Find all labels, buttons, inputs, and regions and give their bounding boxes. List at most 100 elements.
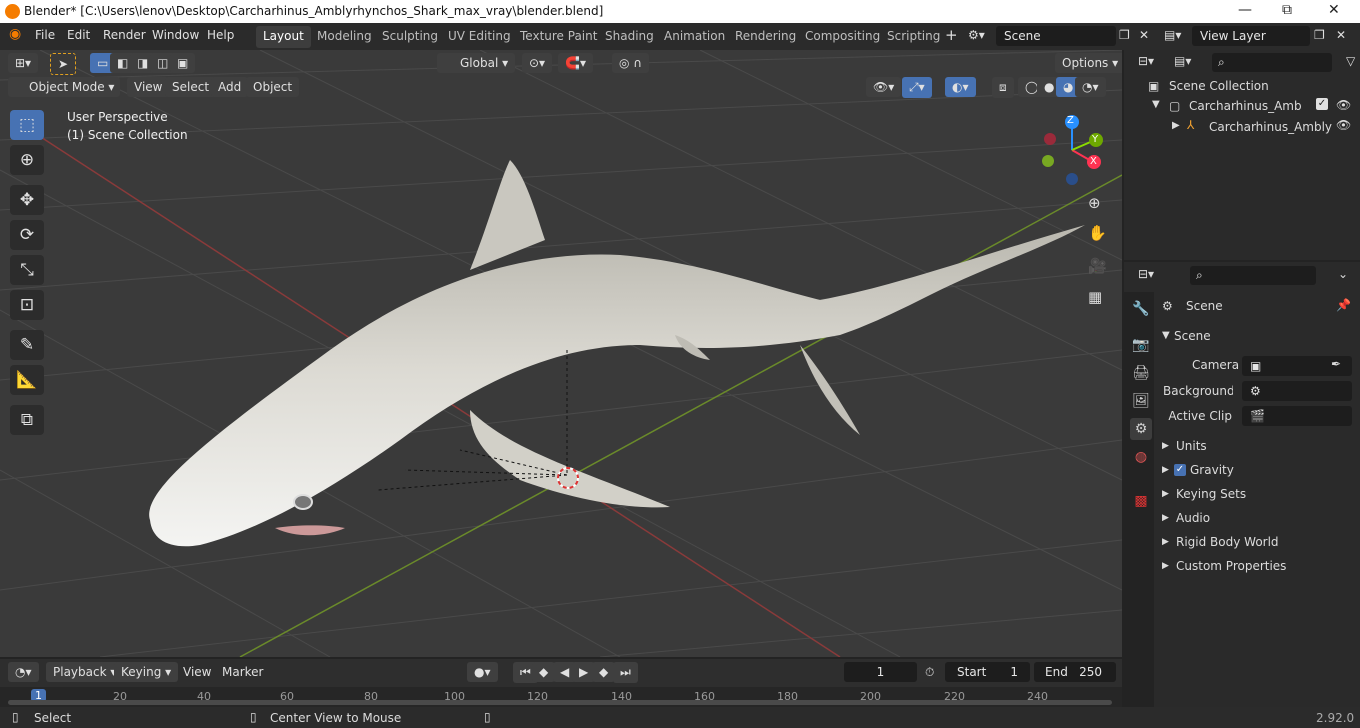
tab-compositing[interactable]: Compositing	[798, 26, 887, 48]
maximize-button[interactable]: ⧉	[1282, 2, 1292, 18]
gizmo-toggle-icon[interactable]: ⤢▾	[902, 77, 932, 98]
remove-scene-icon[interactable]: ✕	[1139, 28, 1149, 42]
outliner-display-mode-icon[interactable]: ▤▾	[1174, 54, 1191, 68]
tool-rotate-icon[interactable]: ⟳	[10, 220, 44, 250]
texture-tab-icon[interactable]: ▩	[1130, 490, 1152, 512]
pan-hand-icon[interactable]: ✋	[1088, 224, 1110, 246]
scene-tab-icon[interactable]: ⚙	[1130, 418, 1152, 440]
world-tab-icon[interactable]: ◍	[1130, 446, 1152, 468]
prev-keyframe-icon[interactable]: ◆	[532, 662, 556, 682]
view-layer-icon[interactable]: ▤▾	[1164, 28, 1181, 42]
jump-end-icon[interactable]: ⏭	[613, 662, 638, 683]
tab-shading[interactable]: Shading	[598, 26, 661, 48]
new-scene-icon[interactable]: ❐	[1119, 28, 1130, 42]
tab-animation[interactable]: Animation	[657, 26, 732, 48]
expand-collection-icon[interactable]: ▼	[1152, 99, 1160, 110]
3d-viewport[interactable]: Z X Y ⊕ ✋ 🎥 ▦ ⊞▾ ➤ ▭ ◧ ◨ ◫ ▣ Global ▾ ⊙▾…	[0, 50, 1122, 657]
blender-menu-icon[interactable]: ◉	[9, 26, 21, 42]
menu-render[interactable]: Render	[103, 28, 146, 42]
menu-window[interactable]: Window	[152, 28, 199, 42]
start-frame-field[interactable]: Start 1	[945, 662, 1030, 682]
zoom-icon[interactable]: ⊕	[1088, 194, 1110, 216]
next-keyframe-icon[interactable]: ◆	[592, 662, 616, 682]
select-tool-icon[interactable]: ➤	[50, 53, 77, 75]
proportional-edit-icon[interactable]: ◎ ∩	[612, 53, 650, 73]
view-layer-tab-icon[interactable]: 🖼	[1130, 390, 1152, 412]
scene-panel-header[interactable]: Scene	[1174, 329, 1211, 343]
gravity-expand-icon[interactable]: ▶	[1162, 465, 1169, 475]
tool-move-icon[interactable]: ✥	[10, 185, 44, 215]
tool-transform-icon[interactable]: ⊡	[10, 290, 44, 320]
view-layer-field[interactable]: View Layer	[1192, 26, 1310, 46]
menu-view[interactable]: View	[127, 77, 170, 97]
section-units[interactable]: Units	[1176, 439, 1207, 453]
background-scene-field[interactable]: ⚙	[1242, 381, 1352, 401]
scene-name-field[interactable]: Scene	[996, 26, 1116, 46]
menu-playback[interactable]: Playback ▾	[46, 662, 124, 682]
gravity-checkbox[interactable]: ✓	[1174, 464, 1186, 476]
properties-editor-icon[interactable]: ⊟▾	[1138, 267, 1154, 281]
tool-add-cube-icon[interactable]: ⧉	[10, 405, 44, 435]
tool-settings-tab-icon[interactable]: 🔧	[1130, 298, 1152, 320]
tab-sculpting[interactable]: Sculpting	[375, 26, 445, 48]
ortho-grid-icon[interactable]: ▦	[1088, 288, 1110, 310]
transform-orientation-dropdown[interactable]: Global ▾	[437, 53, 515, 73]
pin-icon[interactable]: 📌	[1336, 298, 1351, 312]
section-audio[interactable]: Audio	[1176, 511, 1210, 525]
close-button[interactable]: ✕	[1328, 2, 1340, 18]
menu-help[interactable]: Help	[207, 28, 234, 42]
expand-object-icon[interactable]: ▶	[1172, 120, 1180, 131]
end-frame-field[interactable]: End 250	[1034, 662, 1116, 682]
record-icon[interactable]: ●▾	[467, 662, 498, 682]
timeline-editor-icon[interactable]: ◔▾	[8, 662, 39, 682]
section-rigid-body-world[interactable]: Rigid Body World	[1176, 535, 1279, 549]
pivot-point-icon[interactable]: ⊙▾	[522, 53, 553, 73]
object-visibility-icon[interactable]: 👁	[1336, 118, 1351, 132]
new-view-layer-icon[interactable]: ❐	[1314, 28, 1325, 42]
properties-search-input[interactable]: ⌕	[1190, 266, 1316, 285]
tool-scale-icon[interactable]: ⤡	[10, 255, 44, 285]
collection-checkbox[interactable]: ✓	[1316, 98, 1328, 110]
menu-edit[interactable]: Edit	[67, 28, 90, 42]
menu-select[interactable]: Select	[165, 77, 217, 97]
menu-add[interactable]: Add	[211, 77, 249, 97]
tab-rendering[interactable]: Rendering	[728, 26, 803, 48]
tab-texture-paint[interactable]: Texture Paint	[513, 26, 604, 48]
menu-file[interactable]: File	[35, 28, 55, 42]
outliner-search-input[interactable]: ⌕	[1212, 53, 1332, 72]
mode-dropdown[interactable]: Object Mode ▾	[8, 77, 120, 97]
timeline-ruler[interactable]: 1 20 40 60 80 100 120 140 160 180 200 22…	[0, 687, 1122, 707]
output-tab-icon[interactable]: 🖨	[1130, 362, 1152, 384]
select-mode-intersect-icon[interactable]: ▣	[170, 53, 196, 73]
menu-keying[interactable]: Keying ▾	[114, 662, 179, 682]
tab-uv-editing[interactable]: UV Editing	[441, 26, 518, 48]
filter-icon[interactable]: ▽	[1346, 54, 1355, 68]
camera-view-icon[interactable]: 🎥	[1088, 257, 1110, 279]
tool-annotate-icon[interactable]: ✎	[10, 330, 44, 360]
add-workspace-icon[interactable]: +	[945, 26, 958, 44]
section-keying-sets[interactable]: Keying Sets	[1176, 487, 1246, 501]
snap-icon[interactable]: 🧲▾	[558, 53, 593, 73]
tab-scripting[interactable]: Scripting	[880, 26, 947, 48]
outliner-scene-collection[interactable]: Scene Collection	[1169, 79, 1269, 93]
outliner-editor-icon[interactable]: ⊟▾	[1138, 54, 1154, 68]
rigid-body-expand-icon[interactable]: ▶	[1162, 537, 1169, 547]
preview-range-icon[interactable]: ⏱	[925, 665, 934, 680]
current-frame-field[interactable]: 1	[844, 662, 917, 682]
remove-view-layer-icon[interactable]: ✕	[1336, 28, 1346, 42]
scene-selector-icon[interactable]: ⚙▾	[968, 28, 985, 42]
eyedropper-icon[interactable]: ✒	[1331, 357, 1341, 371]
xray-icon[interactable]: ⧈	[992, 77, 1014, 98]
custom-props-expand-icon[interactable]: ▶	[1162, 561, 1169, 571]
options-dropdown[interactable]: Options ▾	[1055, 53, 1122, 73]
section-custom-properties[interactable]: Custom Properties	[1176, 559, 1286, 573]
section-gravity[interactable]: Gravity	[1190, 463, 1234, 477]
timeline-menu-view[interactable]: View	[176, 662, 218, 682]
render-tab-icon[interactable]: 📷	[1130, 334, 1152, 356]
tab-modeling[interactable]: Modeling	[310, 26, 379, 48]
tool-select-box-icon[interactable]: ⬚	[10, 110, 44, 140]
shark-model[interactable]	[149, 160, 1086, 547]
tool-cursor-icon[interactable]: ⊕	[10, 145, 44, 175]
active-clip-field[interactable]: 🎬	[1242, 406, 1352, 426]
timeline-scrollbar[interactable]	[8, 700, 1112, 705]
